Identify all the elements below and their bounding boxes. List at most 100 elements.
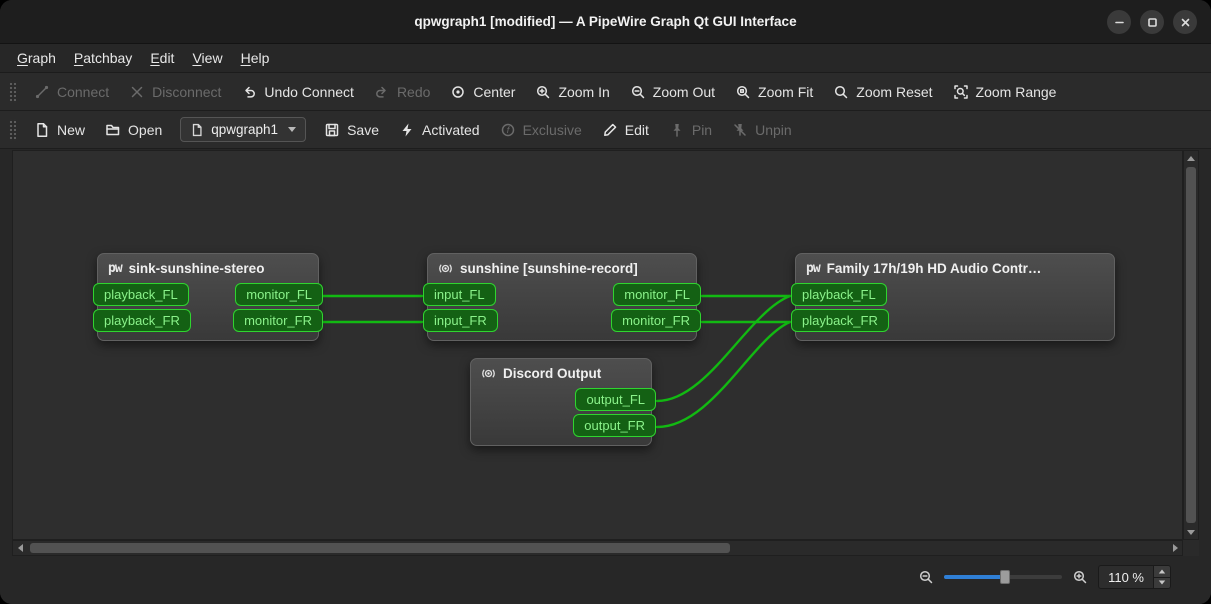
app-window: qpwgraph1 [modified] — A PipeWire Graph …	[0, 0, 1211, 604]
scroll-down-arrow[interactable]	[1184, 525, 1198, 539]
port-monitor-fr[interactable]: monitor_FR	[233, 309, 323, 332]
vertical-scrollbar-thumb[interactable]	[1186, 167, 1196, 523]
zoom-spinbox[interactable]: 110 %	[1098, 565, 1171, 589]
redo-button[interactable]: Redo	[365, 78, 439, 106]
zoom-out-icon	[630, 84, 646, 100]
scroll-right-arrow[interactable]	[1168, 541, 1182, 555]
node-header[interactable]: sunshine [sunshine-record]	[428, 254, 696, 280]
close-icon	[1180, 17, 1191, 28]
node-title: Family 17h/19h HD Audio Contr…	[827, 261, 1042, 276]
connect-button[interactable]: Connect	[25, 78, 118, 106]
node-header[interactable]: pw Family 17h/19h HD Audio Contr…	[796, 254, 1114, 280]
open-folder-icon	[105, 122, 121, 138]
save-button[interactable]: Save	[315, 116, 388, 144]
close-button[interactable]	[1173, 10, 1197, 34]
edit-toggle[interactable]: Edit	[593, 116, 658, 144]
node-header[interactable]: Discord Output	[471, 359, 651, 385]
node-header[interactable]: pw sink-sunshine-stereo	[98, 254, 318, 280]
vertical-scrollbar[interactable]	[1183, 150, 1199, 540]
edit-pencil-icon	[602, 122, 618, 138]
center-button[interactable]: Center	[441, 78, 524, 106]
patchbay-selector-combo[interactable]: qpwgraph1	[180, 117, 306, 142]
undo-connect-button[interactable]: Undo Connect	[232, 78, 363, 106]
menu-patchbay[interactable]: Patchbay	[65, 46, 141, 70]
undo-icon	[241, 84, 257, 100]
activated-bolt-icon	[399, 122, 415, 138]
port-output-fr[interactable]: output_FR	[573, 414, 656, 437]
horizontal-scrollbar-thumb[interactable]	[30, 543, 730, 553]
zoom-reset-icon	[833, 84, 849, 100]
center-icon	[450, 84, 466, 100]
zoom-value[interactable]: 110 %	[1099, 566, 1153, 588]
port-monitor-fl[interactable]: monitor_FL	[235, 283, 323, 306]
scroll-up-arrow[interactable]	[1184, 151, 1198, 165]
spinbox-arrows	[1153, 566, 1170, 588]
patchbay-file-icon	[190, 123, 204, 137]
connect-icon	[34, 84, 50, 100]
port-monitor-fl[interactable]: monitor_FL	[613, 283, 701, 306]
activated-toggle[interactable]: Activated	[390, 116, 489, 144]
minimize-button[interactable]	[1107, 10, 1131, 34]
menu-view[interactable]: View	[183, 46, 231, 70]
menu-graph[interactable]: Graph	[8, 46, 65, 70]
graph-view: pw sink-sunshine-stereo playback_FL moni…	[12, 150, 1199, 556]
zoom-reset-button[interactable]: Zoom Reset	[824, 78, 941, 106]
unpin-button[interactable]: Unpin	[723, 116, 801, 144]
port-input-fl[interactable]: input_FL	[423, 283, 496, 306]
node-family-hd-audio[interactable]: pw Family 17h/19h HD Audio Contr… playba…	[795, 253, 1115, 341]
open-button[interactable]: Open	[96, 116, 171, 144]
scroll-left-arrow[interactable]	[13, 541, 27, 555]
port-monitor-fr[interactable]: monitor_FR	[611, 309, 701, 332]
svg-text:f: f	[506, 125, 510, 135]
node-discord-output[interactable]: Discord Output output_FL output_FR	[470, 358, 652, 446]
scrollbar-corner	[1183, 540, 1199, 556]
maximize-button[interactable]	[1140, 10, 1164, 34]
window-title: qpwgraph1 [modified] — A PipeWire Graph …	[414, 14, 796, 29]
node-title: Discord Output	[503, 366, 601, 381]
node-title: sink-sunshine-stereo	[129, 261, 265, 276]
zoom-out-icon[interactable]	[918, 569, 934, 585]
zoom-slider-handle[interactable]	[1000, 570, 1010, 584]
exclusive-icon: f	[500, 122, 516, 138]
zoom-slider-fill	[944, 575, 1005, 579]
zoom-increment-button[interactable]	[1154, 566, 1170, 577]
port-playback-fl[interactable]: playback_FL	[791, 283, 887, 306]
menu-edit[interactable]: Edit	[141, 46, 183, 70]
statusbar: 110 %	[0, 556, 1211, 604]
zoom-slider[interactable]	[944, 569, 1062, 585]
port-playback-fr[interactable]: playback_FR	[93, 309, 191, 332]
toolbar-drag-handle[interactable]	[9, 119, 16, 141]
zoom-decrement-button[interactable]	[1154, 577, 1170, 589]
minimize-icon	[1114, 17, 1125, 28]
node-sunshine-record[interactable]: sunshine [sunshine-record] input_FL moni…	[427, 253, 697, 341]
port-input-fr[interactable]: input_FR	[423, 309, 498, 332]
zoom-range-icon	[953, 84, 969, 100]
zoom-in-button[interactable]: Zoom In	[526, 78, 618, 106]
disconnect-button[interactable]: Disconnect	[120, 78, 230, 106]
titlebar: qpwgraph1 [modified] — A PipeWire Graph …	[0, 0, 1211, 44]
zoom-out-button[interactable]: Zoom Out	[621, 78, 724, 106]
zoom-fit-icon	[735, 84, 751, 100]
zoom-in-icon	[535, 84, 551, 100]
pin-button[interactable]: Pin	[660, 116, 721, 144]
disconnect-icon	[129, 84, 145, 100]
port-playback-fr[interactable]: playback_FR	[791, 309, 889, 332]
unpin-icon	[732, 122, 748, 138]
new-button[interactable]: New	[25, 116, 94, 144]
toolbar-drag-handle[interactable]	[9, 81, 16, 103]
zoom-fit-button[interactable]: Zoom Fit	[726, 78, 822, 106]
zoom-range-button[interactable]: Zoom Range	[944, 78, 1066, 106]
menubar: Graph Patchbay Edit View Help	[0, 44, 1211, 73]
menu-help[interactable]: Help	[232, 46, 279, 70]
save-icon	[324, 122, 340, 138]
port-output-fl[interactable]: output_FL	[575, 388, 656, 411]
port-playback-fl[interactable]: playback_FL	[93, 283, 189, 306]
new-file-icon	[34, 122, 50, 138]
pipewire-icon: pw	[108, 261, 122, 276]
zoom-in-icon[interactable]	[1072, 569, 1088, 585]
graph-canvas[interactable]	[12, 150, 1183, 540]
exclusive-toggle[interactable]: f Exclusive	[491, 116, 591, 144]
node-sink-sunshine-stereo[interactable]: pw sink-sunshine-stereo playback_FL moni…	[97, 253, 319, 341]
horizontal-scrollbar[interactable]	[12, 540, 1183, 556]
combo-value: qpwgraph1	[211, 122, 278, 137]
